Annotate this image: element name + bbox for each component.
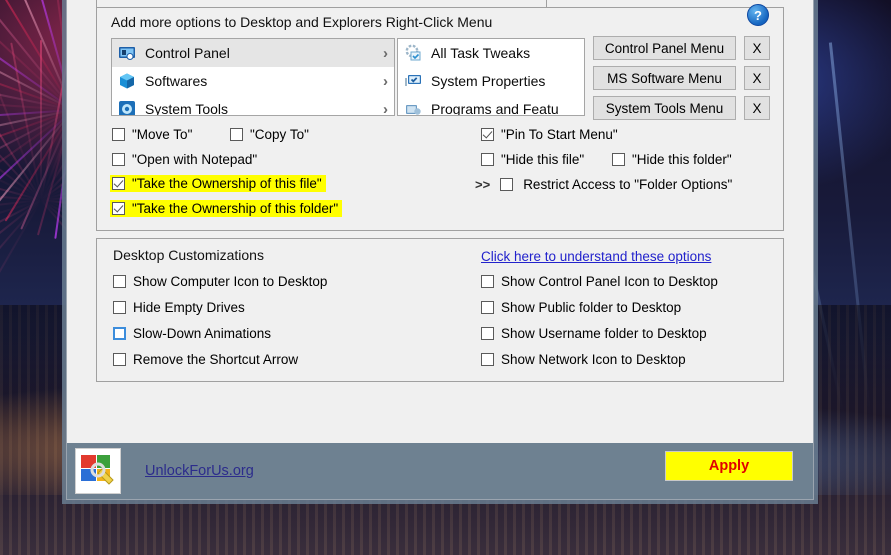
- checkbox-box[interactable]: [481, 353, 494, 366]
- list-item-label: Softwares: [145, 73, 208, 89]
- desktop-customizations-title: Desktop Customizations: [109, 247, 268, 263]
- tweak-tool-dialog: Owner: Organization: Launch OEM Info Own…: [66, 0, 814, 500]
- checkbox-label: Show Public folder to Desktop: [501, 300, 682, 315]
- checkbox-label: Slow-Down Animations: [133, 326, 272, 341]
- list-item-all-task-tweaks[interactable]: All Task Tweaks: [398, 39, 584, 67]
- checkbox-show-computer-icon[interactable]: Show Computer Icon to Desktop: [113, 274, 327, 289]
- list-item-system-properties[interactable]: System Properties: [398, 67, 584, 95]
- apply-button[interactable]: Apply: [665, 451, 793, 481]
- list-item-label: All Task Tweaks: [431, 45, 531, 61]
- checkbox-show-public-folder[interactable]: Show Public folder to Desktop: [481, 300, 681, 315]
- checkbox-label: "Copy To": [250, 127, 309, 142]
- checkbox-label: "Take the Ownership of this folder": [132, 201, 339, 216]
- checkbox-label: "Take the Ownership of this file": [132, 176, 322, 191]
- checkbox-show-control-panel-icon[interactable]: Show Control Panel Icon to Desktop: [481, 274, 718, 289]
- checkbox-hide-this-file[interactable]: "Hide this file": [481, 152, 584, 167]
- list-item-programs-and-features[interactable]: Programs and Featu: [398, 95, 584, 116]
- unlockforus-link[interactable]: UnlockForUs.org: [145, 463, 254, 479]
- understand-options-link[interactable]: Click here to understand these options: [481, 249, 711, 264]
- unlockforus-logo-icon: [75, 448, 121, 494]
- system-properties-icon: [404, 72, 422, 90]
- checkbox-box[interactable]: [230, 128, 243, 141]
- checkbox-label: "Move To": [132, 127, 193, 142]
- remove-system-tools-menu-button[interactable]: X: [744, 96, 770, 120]
- chevron-right-icon: ›: [383, 44, 388, 62]
- checkbox-box[interactable]: [113, 275, 126, 288]
- list-item-system-tools[interactable]: System Tools ›: [112, 95, 394, 116]
- checkbox-move-to[interactable]: "Move To": [112, 127, 192, 142]
- left-menu-listbox[interactable]: Control Panel › Softwares › System Tools…: [111, 38, 395, 116]
- checkbox-restrict-access[interactable]: >> Restrict Access to "Folder Options": [475, 177, 732, 192]
- system-tools-menu-button[interactable]: System Tools Menu: [593, 96, 736, 120]
- dialog-body: Owner: Organization: Launch OEM Info Own…: [67, 0, 813, 443]
- checkbox-label: Show Username folder to Desktop: [501, 326, 707, 341]
- all-task-tweaks-icon: [404, 44, 422, 62]
- checkbox-take-ownership-folder[interactable]: "Take the Ownership of this folder": [110, 200, 343, 217]
- checkbox-hide-empty-drives[interactable]: Hide Empty Drives: [113, 300, 245, 315]
- list-item-label: System Tools: [145, 101, 228, 116]
- checkbox-remove-shortcut-arrow[interactable]: Remove the Shortcut Arrow: [113, 352, 298, 367]
- list-item-label: Control Panel: [145, 45, 230, 61]
- context-menu-group: Add more options to Desktop and Explorer…: [96, 4, 784, 231]
- ms-software-menu-button[interactable]: MS Software Menu: [593, 66, 736, 90]
- chevron-right-icon: ›: [383, 100, 388, 116]
- list-item-label: System Properties: [431, 73, 546, 89]
- chevron-right-icon: ›: [383, 72, 388, 90]
- checkbox-box[interactable]: [481, 128, 494, 141]
- checkbox-copy-to[interactable]: "Copy To": [230, 127, 309, 142]
- right-menu-listbox[interactable]: All Task Tweaks System Properties Progra…: [397, 38, 585, 116]
- checkbox-label: "Hide this folder": [632, 152, 732, 167]
- checkbox-pin-to-start-menu[interactable]: "Pin To Start Menu": [481, 127, 618, 142]
- list-item-softwares[interactable]: Softwares ›: [112, 67, 394, 95]
- checkbox-label: Show Control Panel Icon to Desktop: [501, 274, 718, 289]
- control-panel-icon: [118, 44, 136, 62]
- checkbox-label: Show Computer Icon to Desktop: [133, 274, 328, 289]
- checkbox-box[interactable]: [112, 128, 125, 141]
- checkbox-box[interactable]: [112, 177, 125, 190]
- checkbox-label: "Pin To Start Menu": [501, 127, 618, 142]
- checkbox-box[interactable]: [113, 301, 126, 314]
- desktop-customizations-group: Desktop Customizations Click here to und…: [96, 238, 784, 382]
- checkbox-label: "Open with Notepad": [132, 152, 258, 167]
- context-menu-group-title: Add more options to Desktop and Explorer…: [107, 14, 497, 30]
- double-chevron-icon: >>: [475, 177, 491, 192]
- control-panel-menu-button[interactable]: Control Panel Menu: [593, 36, 736, 60]
- system-tools-gear-icon: [118, 100, 136, 115]
- checkbox-take-ownership-file[interactable]: "Take the Ownership of this file": [110, 175, 326, 192]
- checkbox-box[interactable]: [481, 327, 494, 340]
- remove-ms-software-menu-button[interactable]: X: [744, 66, 770, 90]
- checkbox-box[interactable]: [481, 301, 494, 314]
- checkbox-box[interactable]: [113, 327, 126, 340]
- checkbox-label: Show Network Icon to Desktop: [501, 352, 686, 367]
- checkbox-box[interactable]: [500, 178, 514, 191]
- checkbox-show-network-icon[interactable]: Show Network Icon to Desktop: [481, 352, 686, 367]
- checkbox-box[interactable]: [612, 153, 625, 166]
- checkbox-hide-this-folder[interactable]: "Hide this folder": [612, 152, 732, 167]
- checkbox-box[interactable]: [113, 353, 126, 366]
- checkbox-label: Restrict Access to "Folder Options": [523, 177, 733, 192]
- checkbox-label: Hide Empty Drives: [133, 300, 245, 315]
- checkbox-box[interactable]: [481, 275, 494, 288]
- list-item-label: Programs and Featu: [431, 101, 559, 116]
- checkbox-box[interactable]: [112, 202, 125, 215]
- checkbox-slow-down-animations[interactable]: Slow-Down Animations: [113, 326, 271, 341]
- footer-bar: UnlockForUs.org Apply: [67, 443, 813, 499]
- checkbox-box[interactable]: [112, 153, 125, 166]
- help-icon[interactable]: ?: [747, 4, 769, 26]
- softwares-cube-icon: [118, 72, 136, 90]
- checkbox-show-username-folder[interactable]: Show Username folder to Desktop: [481, 326, 707, 341]
- programs-and-features-icon: [404, 100, 422, 115]
- checkbox-open-with-notepad[interactable]: "Open with Notepad": [112, 152, 257, 167]
- remove-control-panel-menu-button[interactable]: X: [744, 36, 770, 60]
- checkbox-label: Remove the Shortcut Arrow: [133, 352, 299, 367]
- checkbox-box[interactable]: [481, 153, 494, 166]
- checkbox-label: "Hide this file": [501, 152, 585, 167]
- list-item-control-panel[interactable]: Control Panel ›: [112, 39, 394, 67]
